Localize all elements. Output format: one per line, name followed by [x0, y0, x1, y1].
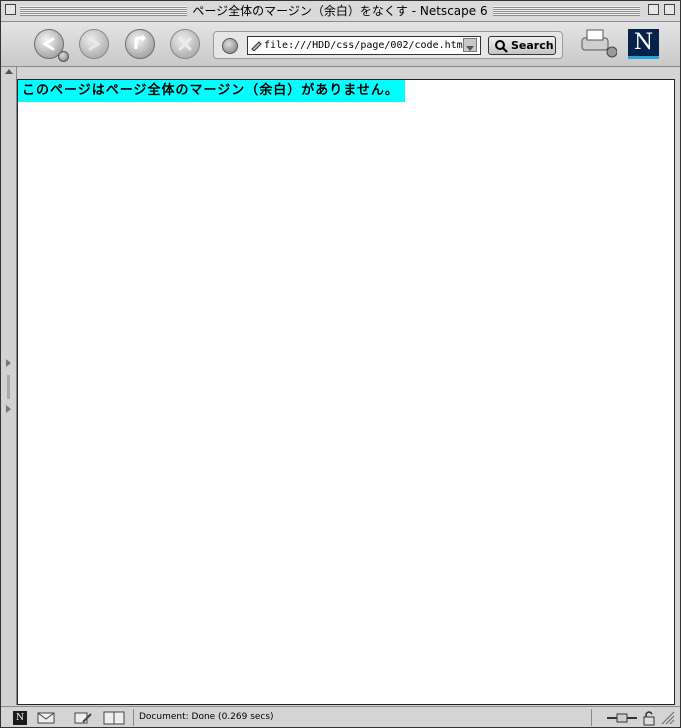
stop-button[interactable]: [170, 29, 200, 59]
title-bar[interactable]: ページ全体のマージン（余白）をなくす - Netscape 6: [1, 1, 680, 22]
sidebar-grippy-icon[interactable]: [4, 357, 14, 417]
chevron-down-icon: [466, 46, 474, 51]
address-book-icon[interactable]: [103, 710, 125, 726]
status-text: Document: Done (0.269 secs): [139, 712, 274, 722]
forward-button[interactable]: [79, 29, 109, 59]
status-separator: [591, 709, 592, 726]
security-lock-icon[interactable]: [642, 710, 656, 726]
search-button[interactable]: Search: [488, 36, 556, 55]
resize-grip-icon[interactable]: [661, 711, 675, 725]
print-icon[interactable]: [579, 28, 617, 58]
bookmarks-dropdown-icon[interactable]: [222, 38, 238, 54]
page-body-text: このページはページ全体のマージン（余白）がありません。: [18, 80, 405, 102]
search-icon: [495, 40, 508, 53]
back-history-dropdown-icon[interactable]: [58, 51, 69, 62]
reload-icon: [134, 34, 146, 49]
navigation-toolbar: file:///HDD/css/page/002/code.html Searc…: [1, 22, 680, 67]
page-content[interactable]: このページはページ全体のマージン（余白）がありません。: [17, 79, 675, 705]
window-title: ページ全体のマージン（余白）をなくす - Netscape 6: [187, 3, 493, 19]
forward-icon: [88, 37, 101, 51]
zoom-box-icon[interactable]: [648, 4, 659, 15]
netscape-taskbar-icon[interactable]: N: [13, 711, 27, 725]
status-separator: [133, 709, 134, 726]
collapse-box-icon[interactable]: [664, 4, 675, 15]
netscape-logo[interactable]: N: [628, 29, 659, 59]
sidebar-strip[interactable]: [1, 67, 17, 705]
close-box-icon[interactable]: [5, 4, 16, 15]
composer-icon[interactable]: [73, 710, 93, 726]
browser-window: ページ全体のマージン（余白）をなくす - Netscape 6 file:///…: [0, 0, 681, 728]
search-label: Search: [511, 39, 554, 52]
online-connection-icon[interactable]: [607, 712, 637, 724]
stop-icon: [178, 37, 192, 51]
url-history-dropdown[interactable]: [463, 38, 477, 52]
url-input[interactable]: file:///HDD/css/page/002/code.html: [247, 36, 481, 55]
page-proxy-icon[interactable]: [250, 39, 262, 51]
toolbar-collapse-up-icon[interactable]: [4, 67, 14, 77]
reload-button[interactable]: [125, 29, 155, 59]
mail-icon[interactable]: [37, 711, 55, 725]
status-bar: N Document: Done (0.269 secs): [1, 706, 680, 727]
